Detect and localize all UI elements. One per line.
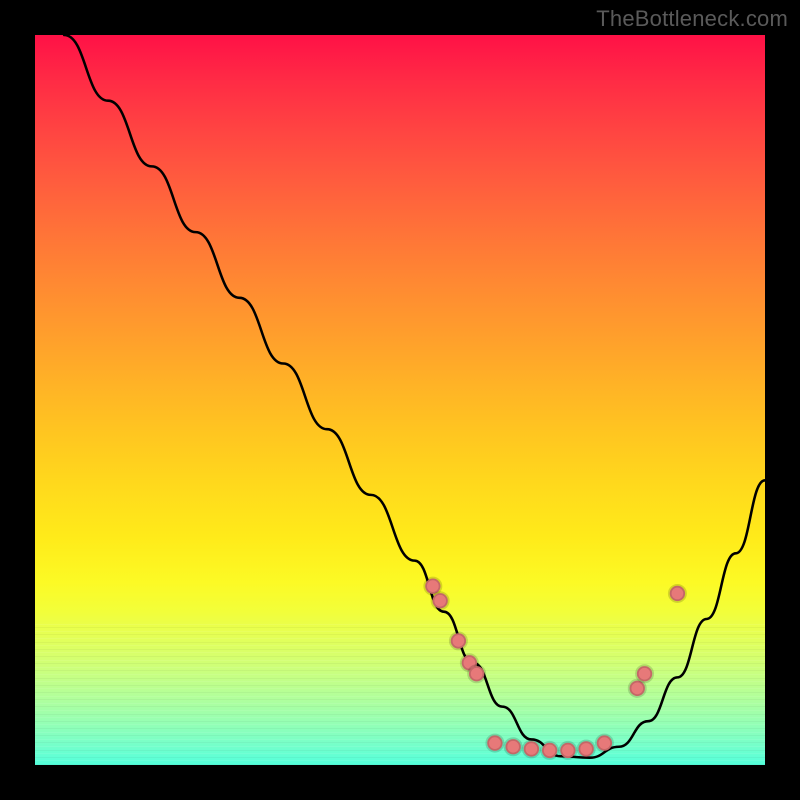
data-marker (432, 593, 447, 608)
plot-area (35, 35, 765, 765)
data-markers (425, 578, 685, 758)
data-marker (469, 666, 484, 681)
watermark-text: TheBottleneck.com (596, 6, 788, 32)
data-marker (670, 586, 685, 601)
data-marker (560, 743, 575, 758)
data-marker (505, 739, 520, 754)
bottleneck-curve (64, 35, 765, 758)
data-marker (597, 735, 612, 750)
data-marker (487, 735, 502, 750)
curve-svg (35, 35, 765, 765)
data-marker (578, 741, 593, 756)
data-marker (637, 666, 652, 681)
data-marker (542, 743, 557, 758)
data-marker (524, 741, 539, 756)
data-marker (451, 633, 466, 648)
chart-frame: TheBottleneck.com (0, 0, 800, 800)
